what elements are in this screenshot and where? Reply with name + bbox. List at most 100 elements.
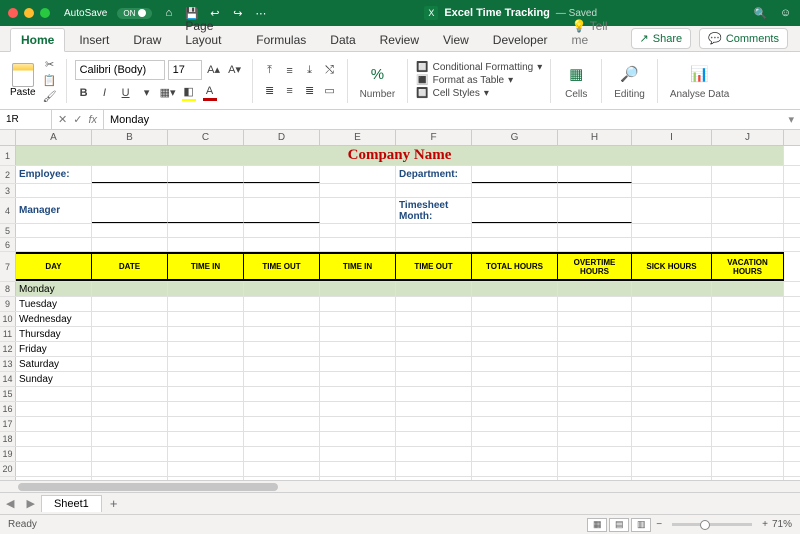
tab-tell-me[interactable]: 💡 Tell me	[562, 15, 621, 51]
cell[interactable]	[472, 198, 558, 223]
cell[interactable]	[320, 166, 396, 183]
cell[interactable]	[558, 447, 632, 461]
cell[interactable]	[244, 402, 320, 416]
italic-button[interactable]: I	[96, 84, 114, 102]
cell[interactable]	[16, 432, 92, 446]
maximize-icon[interactable]	[40, 8, 50, 18]
cell[interactable]	[472, 447, 558, 461]
cell[interactable]	[168, 387, 244, 401]
cell[interactable]	[244, 342, 320, 356]
format-painter-icon[interactable]: 🖌	[42, 90, 58, 104]
cell[interactable]	[92, 198, 168, 223]
cell[interactable]	[712, 462, 784, 476]
col-header[interactable]: H	[558, 130, 632, 145]
cell[interactable]	[92, 166, 168, 183]
align-center-icon[interactable]: ≡	[281, 82, 299, 100]
page-break-view-icon[interactable]: ▥	[631, 518, 651, 532]
sheet-tab-sheet1[interactable]: Sheet1	[41, 495, 102, 512]
cell[interactable]	[396, 432, 472, 446]
cell[interactable]	[396, 297, 472, 311]
cell[interactable]	[396, 372, 472, 386]
cell[interactable]	[244, 198, 320, 223]
cell[interactable]	[320, 402, 396, 416]
cell[interactable]	[472, 402, 558, 416]
cell[interactable]	[558, 297, 632, 311]
cell[interactable]	[396, 417, 472, 431]
table-header[interactable]: VACATION HOURS	[712, 252, 784, 281]
cell[interactable]	[320, 282, 396, 296]
cell[interactable]	[244, 297, 320, 311]
tab-insert[interactable]: Insert	[69, 29, 119, 51]
cell[interactable]	[244, 184, 320, 197]
cell[interactable]	[712, 166, 784, 183]
cell[interactable]	[712, 238, 784, 251]
cell[interactable]	[632, 327, 712, 341]
page-layout-view-icon[interactable]: ▤	[609, 518, 629, 532]
align-bottom-icon[interactable]: ⤓	[301, 62, 319, 80]
account-icon[interactable]: ☺	[779, 7, 792, 20]
number-group[interactable]: % Number	[356, 61, 400, 100]
cell[interactable]	[320, 387, 396, 401]
cell[interactable]	[244, 312, 320, 326]
cell[interactable]	[396, 282, 472, 296]
cell[interactable]	[632, 342, 712, 356]
cell[interactable]	[396, 224, 472, 237]
cell[interactable]	[244, 432, 320, 446]
cell[interactable]	[92, 342, 168, 356]
cell[interactable]	[168, 224, 244, 237]
table-header[interactable]: TIME OUT	[244, 252, 320, 281]
cell[interactable]	[168, 462, 244, 476]
cell[interactable]	[92, 417, 168, 431]
cell[interactable]	[244, 447, 320, 461]
orientation-icon[interactable]: ⤭	[321, 62, 339, 80]
cell[interactable]	[168, 432, 244, 446]
cell[interactable]	[320, 198, 396, 223]
cell[interactable]	[168, 198, 244, 223]
cell[interactable]	[244, 387, 320, 401]
cell[interactable]	[168, 327, 244, 341]
cut-icon[interactable]: ✂	[42, 58, 58, 72]
cell[interactable]	[712, 184, 784, 197]
cell[interactable]	[632, 417, 712, 431]
cell[interactable]	[632, 224, 712, 237]
table-header[interactable]: TIME IN	[320, 252, 396, 281]
cell[interactable]: Department:	[396, 166, 472, 183]
cell[interactable]	[396, 184, 472, 197]
cell[interactable]	[558, 387, 632, 401]
cell[interactable]	[632, 432, 712, 446]
next-sheet-icon[interactable]: ▶	[20, 497, 40, 510]
cell[interactable]	[712, 224, 784, 237]
cell[interactable]	[712, 327, 784, 341]
format-as-table-button[interactable]: 🔳Format as Table ▾	[416, 75, 542, 86]
cell[interactable]	[92, 372, 168, 386]
home-icon[interactable]: ⌂	[162, 7, 175, 20]
cell[interactable]	[632, 198, 712, 223]
increase-font-icon[interactable]: A▴	[205, 61, 223, 79]
font-color-button[interactable]: A	[201, 84, 219, 102]
cell[interactable]	[712, 402, 784, 416]
font-size-select[interactable]	[168, 60, 202, 80]
underline-menu-icon[interactable]: ▾	[138, 84, 156, 102]
cell[interactable]	[396, 342, 472, 356]
cell[interactable]	[632, 402, 712, 416]
cell[interactable]	[558, 432, 632, 446]
cell[interactable]	[712, 432, 784, 446]
cell[interactable]	[632, 447, 712, 461]
cell[interactable]	[168, 342, 244, 356]
cell[interactable]	[472, 238, 558, 251]
cell[interactable]	[92, 282, 168, 296]
tab-draw[interactable]: Draw	[123, 29, 171, 51]
cell[interactable]	[472, 282, 558, 296]
cell[interactable]	[632, 166, 712, 183]
cell[interactable]	[168, 184, 244, 197]
copy-icon[interactable]: 📋	[42, 74, 58, 88]
cell[interactable]	[712, 447, 784, 461]
cell[interactable]	[16, 184, 92, 197]
cell[interactable]	[472, 224, 558, 237]
align-top-icon[interactable]: ⤒	[261, 62, 279, 80]
company-header[interactable]: Company Name	[16, 146, 784, 165]
paste-button[interactable]: Paste	[6, 61, 40, 100]
table-header[interactable]: DATE	[92, 252, 168, 281]
cell[interactable]	[396, 238, 472, 251]
formula-input[interactable]: Monday	[104, 114, 782, 126]
